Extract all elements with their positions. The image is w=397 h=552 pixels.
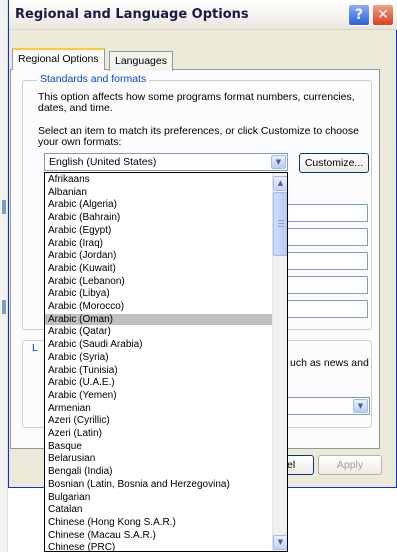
dropdown-option[interactable]: Arabic (Kuwait) (45, 263, 272, 274)
dropdown-option[interactable]: Belarusian (45, 453, 272, 464)
dropdown-option[interactable]: Arabic (Egypt) (45, 225, 272, 236)
customize-button[interactable]: Customize... (299, 153, 369, 173)
scroll-up-icon[interactable]: ▲ (273, 176, 287, 191)
dropdown-option[interactable]: Arabic (Libya) (45, 288, 272, 299)
dropdown-option[interactable]: Azeri (Cyrillic) (45, 415, 272, 426)
dropdown-option[interactable]: Azeri (Latin) (45, 428, 272, 439)
standards-instruction: Select an item to match its preferences,… (38, 125, 359, 148)
dropdown-option[interactable]: Arabic (Algeria) (45, 199, 272, 210)
tab-regional-options[interactable]: Regional Options (12, 48, 105, 70)
dropdown-option[interactable]: Chinese (Macau S.A.R.) (45, 530, 272, 541)
sample-field (276, 228, 368, 246)
help-button[interactable]: ? (348, 4, 370, 26)
sample-field (276, 204, 368, 222)
dropdown-scrollbar[interactable]: ▲ ▼ (272, 173, 287, 551)
dropdown-option[interactable]: Bengali (India) (45, 466, 272, 477)
dropdown-option[interactable]: Arabic (U.A.E.) (45, 377, 272, 388)
dropdown-option[interactable]: Afrikaans (45, 174, 272, 185)
dropdown-option[interactable]: Arabic (Iraq) (45, 238, 272, 249)
desktop-edge (0, 0, 8, 552)
dropdown-option[interactable]: Arabic (Lebanon) (45, 276, 272, 287)
title-bar[interactable]: Regional and Language Options ? ✕ (9, 0, 397, 30)
format-combo[interactable]: English (United States) ▼ (44, 153, 288, 171)
dropdown-option[interactable]: Arabic (Qatar) (45, 326, 272, 337)
format-combo-value: English (United States) (49, 156, 157, 168)
dropdown-option[interactable]: Arabic (Morocco) (45, 301, 272, 312)
dropdown-option[interactable]: Catalan (45, 504, 272, 515)
dropdown-option[interactable]: Albanian (45, 187, 272, 198)
standards-legend: Standards and formats (37, 73, 150, 85)
dropdown-option[interactable]: Chinese (Hong Kong S.A.R.) (45, 517, 272, 528)
standards-description: This option affects how some programs fo… (38, 91, 355, 114)
apply-button[interactable]: Apply (318, 455, 382, 475)
tab-languages[interactable]: Languages (109, 51, 173, 71)
desktop-mark (2, 200, 6, 214)
dropdown-option[interactable]: Arabic (Oman) (45, 313, 272, 325)
location-description: uch as news and (290, 357, 369, 369)
scroll-down-icon[interactable]: ▼ (273, 535, 287, 550)
dropdown-option[interactable]: Arabic (Syria) (45, 352, 272, 363)
format-dropdown-list[interactable]: Afrikaans Albanian Arabic (Algeria) Arabic … (44, 172, 288, 552)
window-title: Regional and Language Options (15, 7, 249, 22)
sample-field (276, 276, 368, 294)
dropdown-option[interactable]: Bulgarian (45, 492, 272, 503)
dropdown-option[interactable]: Armenian (45, 403, 272, 414)
desktop-mark (2, 300, 6, 314)
dropdown-option[interactable]: Basque (45, 441, 272, 452)
scroll-thumb[interactable] (273, 192, 287, 256)
sample-field (276, 252, 368, 270)
location-combo[interactable]: ▼ (280, 397, 370, 415)
chevron-down-icon[interactable]: ▼ (353, 399, 368, 413)
dropdown-option[interactable]: Arabic (Saudi Arabia) (45, 339, 272, 350)
dropdown-option[interactable]: Arabic (Bahrain) (45, 212, 272, 223)
location-legend: L (31, 342, 39, 354)
sample-field (276, 300, 368, 318)
dropdown-option[interactable]: Arabic (Yemen) (45, 390, 272, 401)
dropdown-option[interactable]: Arabic (Tunisia) (45, 365, 272, 376)
dropdown-option[interactable]: Bosnian (Latin, Bosnia and Herzegovina) (45, 479, 272, 490)
dropdown-option[interactable]: Chinese (PRC) (45, 542, 272, 551)
close-button[interactable]: ✕ (372, 4, 394, 26)
dropdown-option[interactable]: Arabic (Jordan) (45, 250, 272, 261)
chevron-down-icon[interactable]: ▼ (271, 155, 286, 169)
